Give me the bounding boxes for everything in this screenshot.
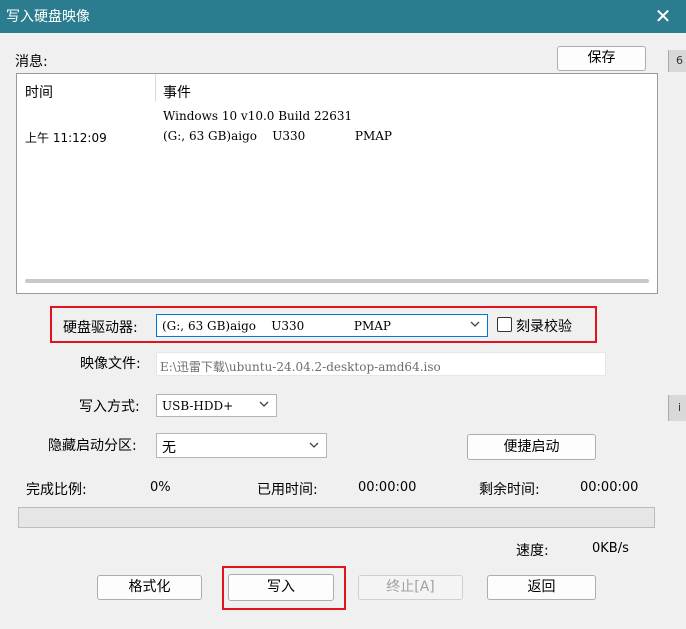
message-log[interactable]: 时间 事件 Windows 10 v10.0 Build 22631 上午 11… (16, 73, 658, 294)
stop-button[interactable]: 终止[A] (358, 575, 463, 600)
hidden-partition-label: 隐藏启动分区: (48, 438, 137, 454)
title-bar: 写入硬盘映像 ✕ (0, 0, 686, 33)
log-row-event: (G:, 63 GB)aigo U330 PMAP (163, 129, 392, 143)
column-header-event[interactable]: 事件 (163, 82, 191, 102)
messages-label: 消息: (15, 54, 48, 70)
write-button[interactable]: 写入 (228, 574, 334, 601)
drive-select[interactable]: (G:, 63 GB)aigo U330 PMAP (156, 314, 488, 337)
verify-checkbox[interactable] (497, 317, 512, 332)
speed-value: 0KB/s (592, 541, 629, 556)
background-edge-label: 6 (676, 54, 683, 67)
window-title: 写入硬盘映像 (6, 9, 90, 25)
background-edge-label: i (678, 401, 682, 414)
speed-label: 速度: (516, 543, 549, 559)
write-mode-value: USB-HDD+ (162, 399, 234, 413)
format-button[interactable]: 格式化 (97, 575, 202, 600)
image-file-label: 映像文件: (80, 356, 141, 372)
horizontal-scrollbar[interactable] (25, 279, 649, 283)
image-file-field[interactable]: E:\迅雷下载\ubuntu-24.04.2-desktop-amd64.iso (156, 352, 606, 376)
hidden-partition-select[interactable]: 无 (156, 433, 327, 458)
completion-value: 0% (150, 480, 171, 495)
column-separator (155, 74, 156, 102)
log-row-event: Windows 10 v10.0 Build 22631 (163, 109, 353, 123)
drive-select-value: (G:, 63 GB)aigo U330 PMAP (162, 319, 391, 333)
chevron-down-icon (470, 321, 480, 327)
back-button[interactable]: 返回 (487, 575, 596, 600)
quick-boot-button[interactable]: 便捷启动 (467, 434, 596, 460)
log-row-time: 上午 11:12:09 (25, 131, 107, 145)
hidden-partition-value: 无 (162, 440, 176, 456)
write-mode-select[interactable]: USB-HDD+ (156, 394, 277, 417)
elapsed-label: 已用时间: (257, 482, 318, 498)
image-file-value: E:\迅雷下载\ubuntu-24.04.2-desktop-amd64.iso (160, 360, 441, 374)
remaining-value: 00:00:00 (580, 480, 639, 495)
chevron-down-icon (309, 442, 319, 448)
completion-label: 完成比例: (26, 482, 87, 498)
close-icon[interactable]: ✕ (640, 0, 686, 33)
background-window-edge (668, 395, 686, 421)
remaining-label: 剩余时间: (479, 482, 540, 498)
elapsed-value: 00:00:00 (358, 480, 417, 495)
chevron-down-icon (259, 401, 269, 407)
verify-label[interactable]: 刻录校验 (516, 316, 572, 336)
drive-label: 硬盘驱动器: (63, 320, 138, 336)
save-button[interactable]: 保存 (557, 46, 646, 71)
progress-bar (18, 507, 655, 528)
column-header-time[interactable]: 时间 (25, 82, 53, 102)
write-mode-label: 写入方式: (79, 399, 140, 415)
